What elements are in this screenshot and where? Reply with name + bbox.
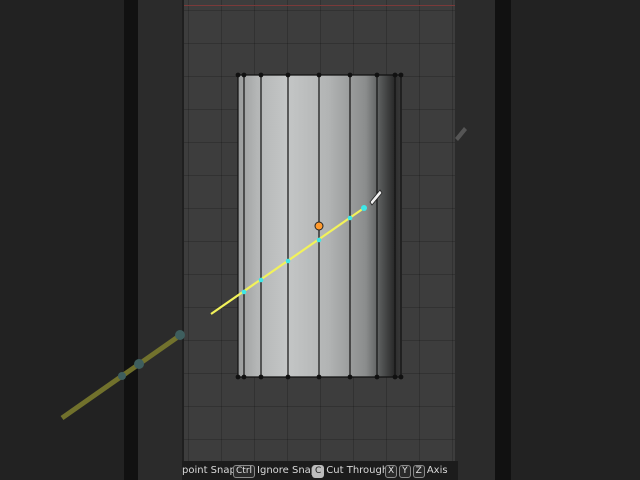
x-key: X: [385, 465, 398, 478]
viewport-scene: [60, 72, 467, 421]
status-hint-label: Ignore Snap: [257, 465, 318, 476]
status-hint-label: Cut Through: [326, 465, 389, 476]
c-key: C: [312, 465, 325, 478]
status-hint-point-snap: point Snap: [182, 461, 236, 480]
status-bar: point Snap Ctrl Ignore Snap C Cut Through …: [182, 461, 458, 480]
status-hint-ignore-snap: Ctrl Ignore Snap: [233, 461, 317, 480]
status-hint-axis: X Y Z Axis: [385, 461, 448, 480]
ctrl-key: Ctrl: [233, 465, 256, 478]
blender-window: point Snap Ctrl Ignore Snap C Cut Through …: [0, 0, 640, 480]
status-hint-label: Axis: [426, 465, 448, 476]
object-origin: [314, 221, 324, 231]
knife-line-ghost: [60, 330, 185, 421]
status-hint-cut-through: C Cut Through: [312, 461, 388, 480]
knife-tool-icon[interactable]: [455, 127, 467, 141]
z-key: Z: [412, 465, 425, 478]
y-key: Y: [399, 465, 411, 478]
status-hint-label: point Snap: [182, 465, 236, 476]
